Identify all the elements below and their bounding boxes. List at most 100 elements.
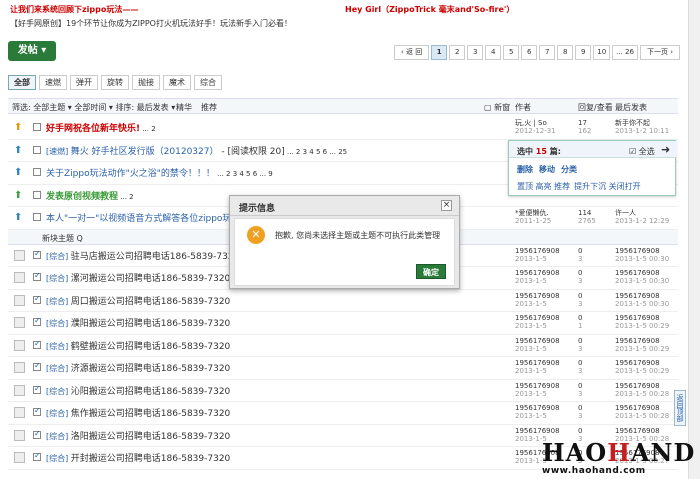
row-checkbox[interactable]	[33, 429, 41, 439]
pager-page[interactable]: 6	[521, 45, 538, 60]
last-post-user[interactable]: 1956176908	[615, 292, 669, 300]
thread-title[interactable]: 开封搬运公司招聘电话186-5839-7320	[71, 454, 230, 464]
last-post-user[interactable]: 1956176908	[615, 247, 669, 255]
last-post-user[interactable]: 1956176908	[615, 382, 669, 390]
thread-tag[interactable]: [综合]	[46, 319, 71, 328]
thread-pages[interactable]: ... 2 3 4 5 6 ... 25	[285, 148, 347, 156]
thread-title[interactable]: 鹤壁搬运公司招聘电话186-5839-7320	[71, 342, 230, 352]
row-checkbox[interactable]	[33, 190, 41, 199]
pager-page[interactable]: 1	[431, 45, 448, 60]
ok-button[interactable]: 确定	[416, 264, 446, 279]
author-name[interactable]: 1956176908	[515, 359, 560, 367]
new-window-toggle[interactable]: ▢ 新窗	[484, 102, 510, 113]
last-post-date[interactable]: 2013-1-5 00:29	[615, 322, 669, 330]
thread-title[interactable]: 濮阳搬运公司招聘电话186-5839-7320	[71, 319, 230, 329]
filter-recommend[interactable]: 推荐	[201, 102, 217, 113]
thread-pages[interactable]: ... 2	[140, 125, 155, 133]
last-post-date[interactable]: 2013-1-5 00:28	[615, 412, 669, 420]
last-post-user[interactable]: 1956176908	[615, 269, 669, 277]
thread-pages[interactable]: ... 2	[118, 193, 133, 201]
back-to-top-button[interactable]: 返回顶部	[674, 390, 686, 426]
row-checkbox[interactable]	[33, 168, 41, 176]
last-post-date[interactable]: 2013-1-5 00:30	[615, 255, 669, 263]
mod-action[interactable]: 删除	[517, 165, 533, 174]
top-link-guide[interactable]: 【好手网原创】19个环节让你成为ZIPPO打火机玩法好手！玩法新手入门必看！	[10, 18, 292, 29]
author-name[interactable]: 1956176908	[515, 337, 560, 345]
thread-tag[interactable]: [综合]	[46, 297, 71, 306]
author-name[interactable]: 1956176908	[515, 427, 560, 435]
row-checkbox[interactable]	[33, 339, 41, 349]
pager-page[interactable]: 5	[503, 45, 520, 60]
pager-page[interactable]: 2	[449, 45, 466, 60]
thread-tag[interactable]: [综合]	[46, 387, 71, 396]
pager-page[interactable]: 9	[575, 45, 592, 60]
last-post-date[interactable]: 2013-1-5 00:30	[615, 277, 669, 285]
top-link-heygirl[interactable]: Hey Girl（ZippoTrick 毫末and'So-fire'）	[345, 4, 514, 15]
thread-pages[interactable]: ... 2 3 4 5 6 ... 9	[215, 170, 273, 178]
thread-title[interactable]: 济源搬运公司招聘电话186-5839-7320	[71, 364, 230, 374]
scrollbar[interactable]	[688, 0, 700, 479]
new-post-button[interactable]: 发帖 ▾	[8, 41, 56, 61]
last-post-user[interactable]: 1956176908	[615, 427, 669, 435]
thread-title[interactable]: 发表原创视频教程	[46, 192, 118, 202]
last-post-date[interactable]: 2013-1-2 10:11	[615, 127, 669, 135]
author-name[interactable]: 1956176908	[515, 314, 560, 322]
last-post-user[interactable]: 新手你不起	[615, 119, 669, 127]
tab-4[interactable]: 抛接	[132, 75, 160, 90]
top-link-review[interactable]: 让我们来系统回顾下zippo玩法——	[10, 4, 138, 15]
pager-page[interactable]: 10	[593, 45, 611, 60]
last-post-user[interactable]: 1956176908	[615, 314, 669, 322]
select-all-checkbox[interactable]: ☑ 全选	[629, 146, 655, 157]
filter-hot[interactable]: 精华	[176, 102, 192, 113]
thread-title[interactable]: 沁阳搬运公司招聘电话186-5839-7320	[71, 387, 230, 397]
last-post-user[interactable]: 1956176908	[615, 404, 669, 412]
arrow-right-icon[interactable]: ➜	[661, 143, 670, 156]
last-post-date[interactable]: 2013-1-5 00:29	[615, 367, 669, 375]
thread-title[interactable]: 驻马店搬运公司招聘电话186-5839-7320	[71, 252, 239, 262]
mod-action[interactable]: 置顶 高亮 推荐	[517, 182, 570, 191]
thread-tag[interactable]: [综合]	[46, 252, 71, 261]
row-checkbox[interactable]	[33, 271, 41, 281]
author-name[interactable]: 玩,火 | So	[515, 119, 556, 127]
close-icon[interactable]: ×	[441, 200, 452, 211]
thread-tag[interactable]: [综合]	[46, 409, 71, 418]
pager-page[interactable]: 4	[485, 45, 502, 60]
last-post-date[interactable]: 2013-1-5 00:28	[615, 390, 669, 398]
tab-2[interactable]: 弹开	[70, 75, 98, 90]
tab-5[interactable]: 魔术	[163, 75, 191, 90]
thread-tag[interactable]: [综合]	[46, 432, 71, 441]
filter-options[interactable]: 筛选: 全部主题 ▾ 全部时间 ▾ 排序: 最后发表 ▾	[12, 102, 175, 113]
row-checkbox[interactable]	[33, 294, 41, 304]
pager-page[interactable]: 8	[557, 45, 574, 60]
last-post-user[interactable]: 1956176908	[615, 359, 669, 367]
author-name[interactable]: 1956176908	[515, 382, 560, 390]
row-checkbox[interactable]	[33, 145, 41, 154]
author-name[interactable]: *爱便懒仇.	[515, 209, 551, 217]
last-post-date[interactable]: 2013-1-5 00:30	[615, 300, 669, 308]
new-threads-label[interactable]: 新块主题 Q	[42, 233, 83, 244]
thread-tag[interactable]: [综合]	[46, 364, 71, 373]
tab-1[interactable]: 速燃	[39, 75, 67, 90]
pager-page[interactable]: 7	[539, 45, 556, 60]
row-checkbox[interactable]	[33, 361, 41, 371]
row-checkbox[interactable]	[33, 213, 41, 221]
tab-6[interactable]: 综合	[194, 75, 222, 90]
author-name[interactable]: 1956176908	[515, 247, 560, 255]
pager-page[interactable]: 3	[467, 45, 484, 60]
author-name[interactable]: 1956176908	[515, 269, 560, 277]
author-name[interactable]: 1956176908	[515, 404, 560, 412]
pager-page[interactable]: ... 26	[612, 45, 638, 60]
thread-title[interactable]: 关于Zippo玩法动作"火之浴"的禁令！！！	[46, 169, 215, 179]
row-checkbox[interactable]	[33, 249, 41, 259]
mod-action[interactable]: 移动	[539, 165, 555, 174]
last-post-user[interactable]: 许一人	[615, 209, 669, 217]
row-checkbox[interactable]	[33, 384, 41, 394]
row-checkbox[interactable]	[33, 406, 41, 416]
thread-title[interactable]: 周口搬运公司招聘电话186-5839-7320	[71, 297, 230, 307]
thread-title[interactable]: 焦作搬运公司招聘电话186-5839-7320	[71, 409, 230, 419]
thread-title[interactable]: 本人"一对一"以视频语音方式解答各位zippo玩法爱好	[46, 214, 258, 224]
tab-0[interactable]: 全部	[8, 75, 36, 90]
pager-next-button[interactable]: 下一页 ›	[639, 45, 680, 60]
row-checkbox[interactable]	[33, 123, 41, 131]
thread-title[interactable]: 洛阳搬运公司招聘电话186-5839-7320	[71, 432, 230, 442]
